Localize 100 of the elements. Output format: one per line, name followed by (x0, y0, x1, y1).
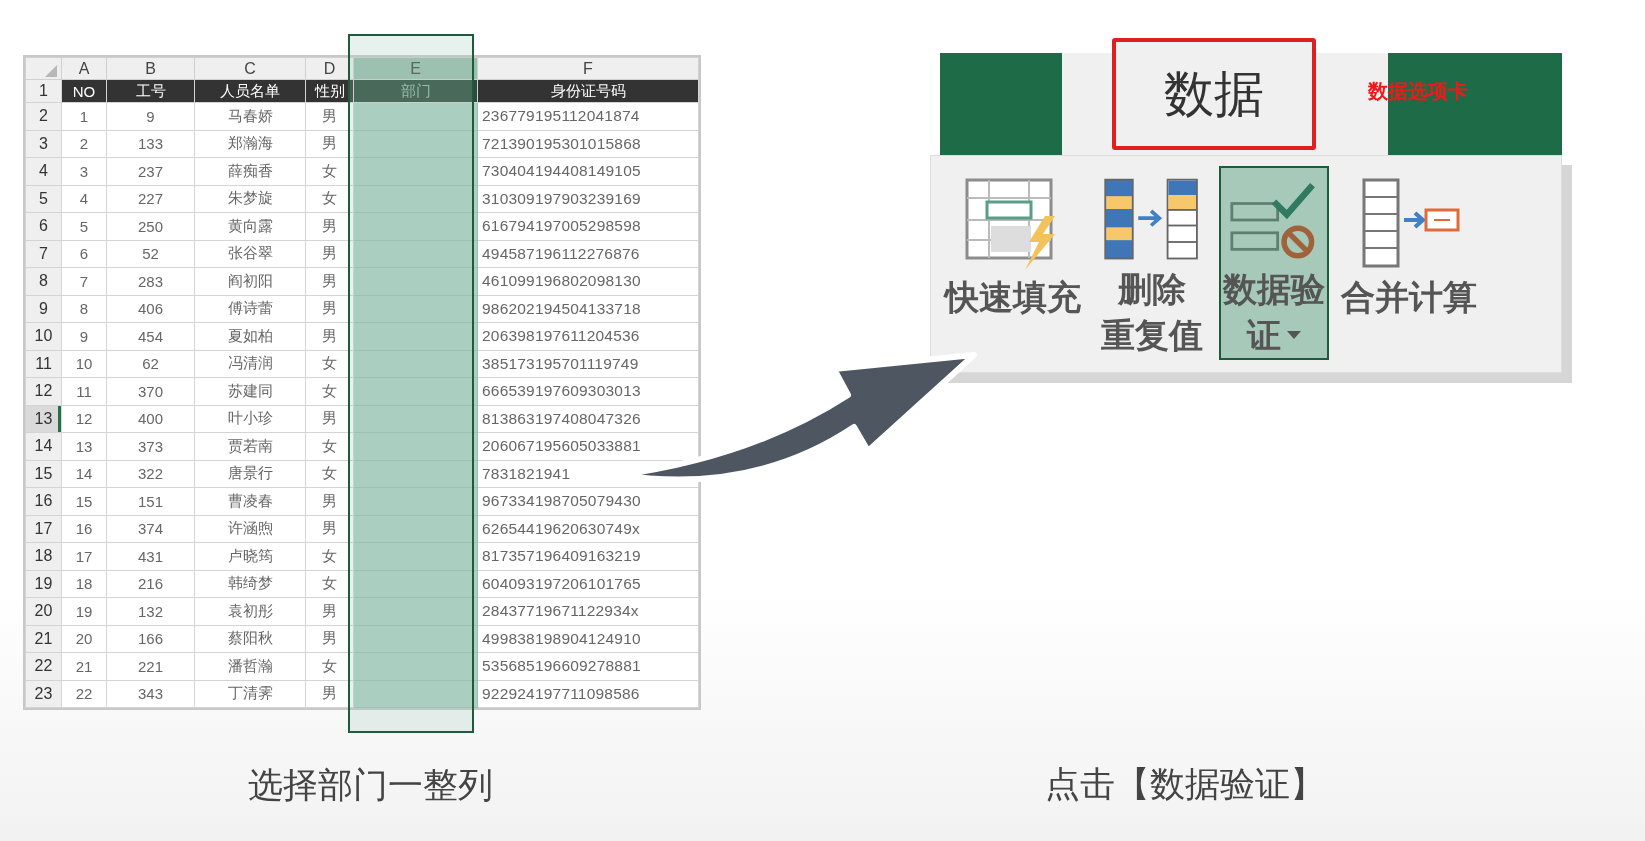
table-cell: 454 (106, 322, 195, 350)
row-header[interactable]: 22 (25, 652, 62, 680)
table-header-cell: 部门 (353, 79, 478, 103)
table-cell: 461099196802098130 (477, 267, 699, 295)
table-cell: 227 (106, 185, 195, 213)
table-cell: 206398197611204536 (477, 322, 699, 350)
table-cell: 62654419620630749x (477, 515, 699, 543)
table-cell: 813863197408047326 (477, 405, 699, 433)
table-cell: 28437719671122934x (477, 597, 699, 625)
table-cell: 236779195112041874 (477, 102, 699, 130)
row-header[interactable]: 17 (25, 515, 62, 543)
ribbon-button[interactable]: 数据验 证 (1219, 166, 1329, 360)
table-cell: 男 (305, 680, 354, 708)
table-cell: 385173195701119749 (477, 350, 699, 378)
ribbon-button[interactable]: 删除 重复值 (1093, 166, 1211, 360)
table-cell: 唐景行 (194, 460, 306, 488)
table-cell: 166 (106, 625, 195, 653)
annotation-label: 数据选项卡 (1368, 78, 1468, 105)
row-header[interactable]: 13 (25, 405, 62, 433)
table-cell: 9 (61, 322, 107, 350)
table-cell: 133 (106, 130, 195, 158)
data-tab[interactable]: 数据 (1112, 38, 1316, 150)
table-cell: 151 (106, 487, 195, 515)
table-cell: 19 (61, 597, 107, 625)
row-header[interactable]: 15 (25, 460, 62, 488)
table-cell: 曹凌春 (194, 487, 306, 515)
row-header[interactable]: 11 (25, 350, 62, 378)
table-cell: 310309197903239169 (477, 185, 699, 213)
table-cell: 237 (106, 157, 195, 185)
row-header[interactable]: 18 (25, 542, 62, 570)
table-cell: 922924197711098586 (477, 680, 699, 708)
table-cell: 16 (61, 515, 107, 543)
table-cell: 499838198904124910 (477, 625, 699, 653)
row-header[interactable]: 3 (25, 130, 62, 158)
table-cell: 374 (106, 515, 195, 543)
row-header[interactable]: 7 (25, 240, 62, 268)
table-cell: 20 (61, 625, 107, 653)
table-cell: 朱梦旋 (194, 185, 306, 213)
row-header[interactable]: 4 (25, 157, 62, 185)
column-header[interactable]: F (477, 57, 699, 80)
column-header[interactable]: C (194, 57, 306, 80)
row-header[interactable]: 5 (25, 185, 62, 213)
table-cell: 8 (61, 295, 107, 323)
table-cell: 373 (106, 432, 195, 460)
table-cell: 张谷翠 (194, 240, 306, 268)
table-cell: 丁清霁 (194, 680, 306, 708)
row-header[interactable]: 10 (25, 322, 62, 350)
row-header[interactable]: 12 (25, 377, 62, 405)
table-cell: 666539197609303013 (477, 377, 699, 405)
table-cell: 730404194408149105 (477, 157, 699, 185)
ribbon-button[interactable]: 快速填充 (941, 166, 1085, 360)
table-cell: 袁初彤 (194, 597, 306, 625)
row-header[interactable]: 19 (25, 570, 62, 598)
table-cell: 2 (61, 130, 107, 158)
row-header[interactable]: 8 (25, 267, 62, 295)
ribbon-button[interactable]: 合并计算 (1337, 166, 1481, 360)
row-header[interactable]: 9 (25, 295, 62, 323)
table-cell: 1 (61, 102, 107, 130)
table-cell: 阎初阳 (194, 267, 306, 295)
row-header[interactable]: 16 (25, 487, 62, 515)
table-cell: 21 (61, 652, 107, 680)
table-cell: 许涵煦 (194, 515, 306, 543)
row-header[interactable]: 23 (25, 680, 62, 708)
table-cell: 3 (61, 157, 107, 185)
column-header[interactable]: B (106, 57, 195, 80)
table-cell: 343 (106, 680, 195, 708)
table-cell: 4 (61, 185, 107, 213)
row-header[interactable]: 6 (25, 212, 62, 240)
column-header[interactable]: A (61, 57, 107, 80)
table-cell: 苏建同 (194, 377, 306, 405)
table-cell: 132 (106, 597, 195, 625)
table-cell: 216 (106, 570, 195, 598)
row-header[interactable]: 14 (25, 432, 62, 460)
table-cell: 12 (61, 405, 107, 433)
table-cell: 817357196409163219 (477, 542, 699, 570)
row-header[interactable]: 1 (25, 79, 62, 103)
table-cell: 5 (61, 212, 107, 240)
table-cell: 9 (106, 102, 195, 130)
table-cell: 400 (106, 405, 195, 433)
table-cell: 贾若南 (194, 432, 306, 460)
column-header[interactable]: D (305, 57, 354, 80)
table-cell: 22 (61, 680, 107, 708)
table-cell: 14 (61, 460, 107, 488)
table-cell: 女 (305, 652, 354, 680)
table-cell: 604093197206101765 (477, 570, 699, 598)
table-cell: 7 (61, 267, 107, 295)
table-cell: 潘哲瀚 (194, 652, 306, 680)
table-header-cell: 人员名单 (194, 79, 306, 103)
table-cell: 967334198705079430 (477, 487, 699, 515)
table-cell: 夏如柏 (194, 322, 306, 350)
table-cell: 蔡阳秋 (194, 625, 306, 653)
row-header[interactable]: 2 (25, 102, 62, 130)
table-cell: 郑瀚海 (194, 130, 306, 158)
row-header[interactable]: 20 (25, 597, 62, 625)
table-cell: 15 (61, 487, 107, 515)
row-header[interactable]: 21 (25, 625, 62, 653)
table-cell: 986202194504133718 (477, 295, 699, 323)
table-cell: 283 (106, 267, 195, 295)
table-cell: 叶小珍 (194, 405, 306, 433)
table-cell: 370 (106, 377, 195, 405)
